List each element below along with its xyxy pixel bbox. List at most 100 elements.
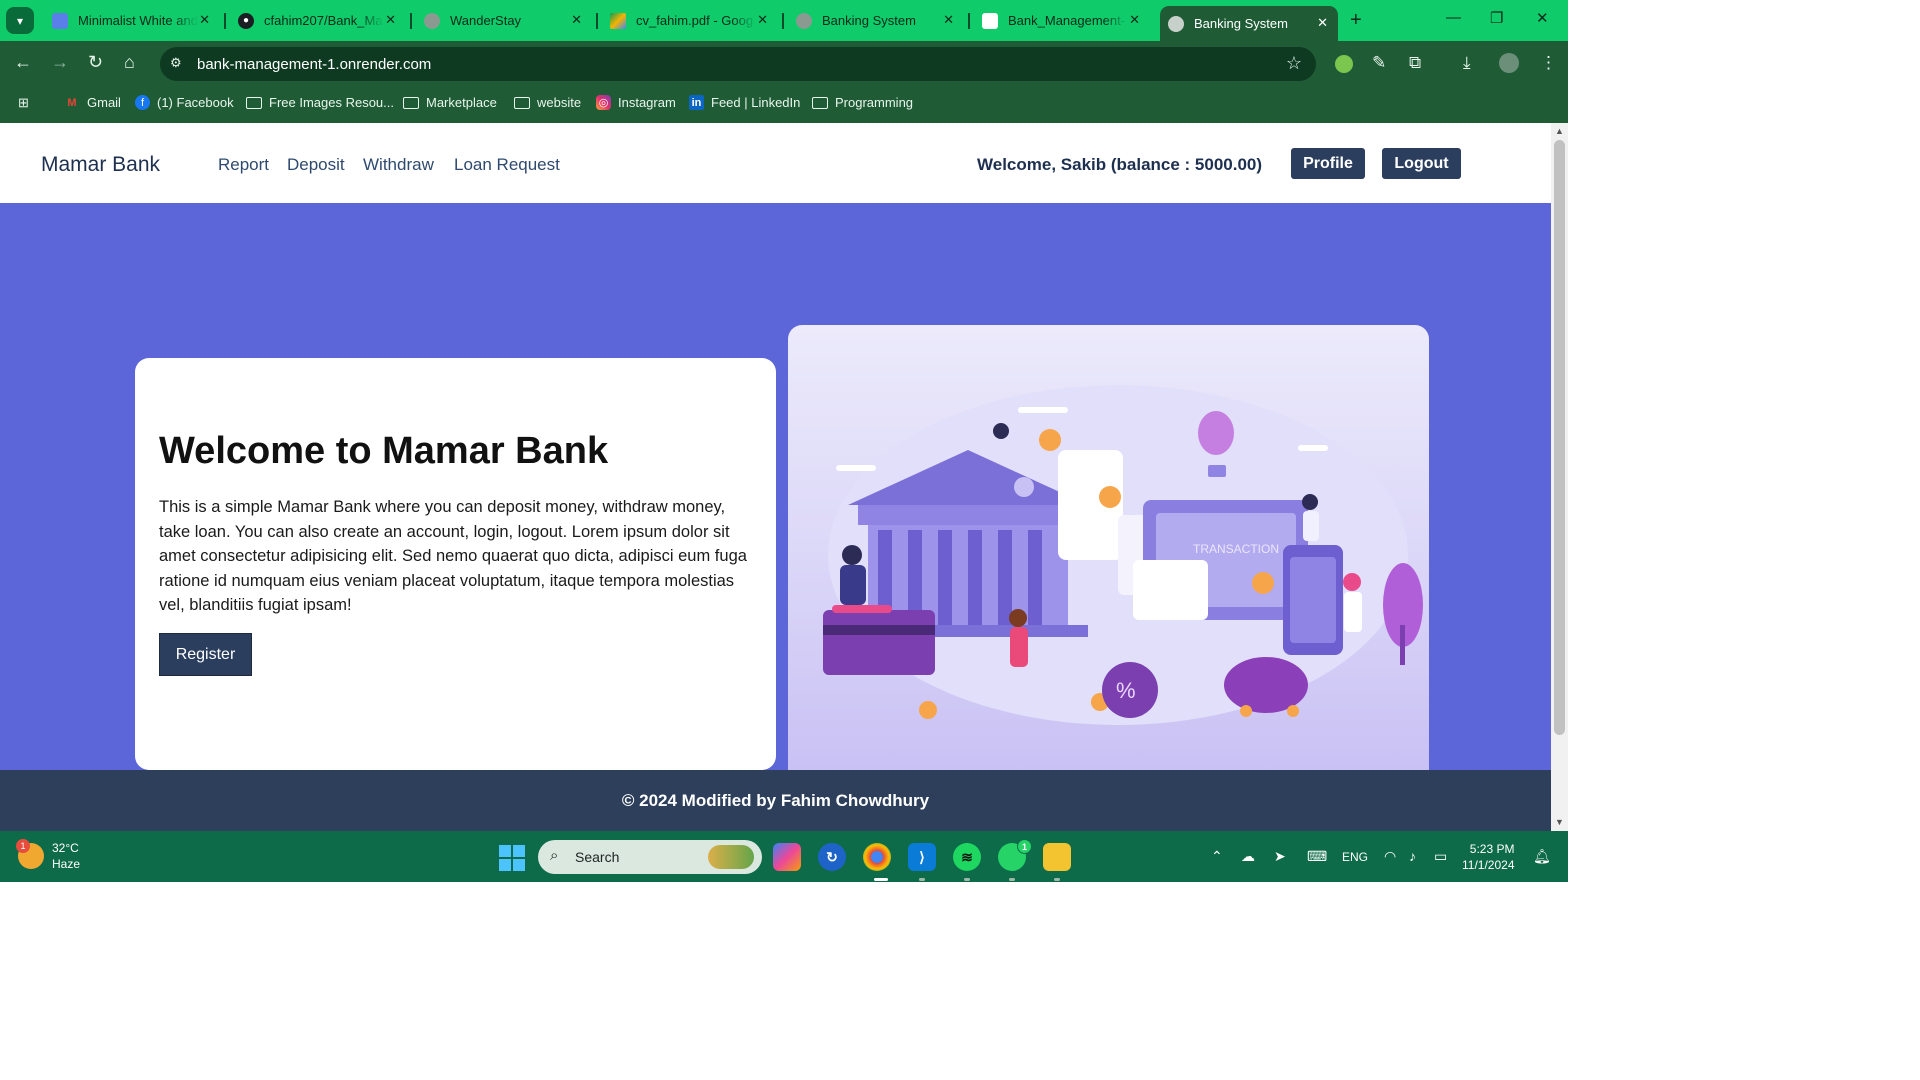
app-indicator [1054,878,1060,881]
keyboard-icon[interactable]: ⌨ [1307,848,1327,865]
close-window-icon[interactable]: ✕ [1536,9,1549,27]
chevron-up-icon[interactable]: ⌃ [1211,848,1223,865]
taskbar-search[interactable]: ⌕ Search [538,840,762,874]
close-icon[interactable]: ✕ [757,12,768,28]
whatsapp-icon[interactable]: 1 [998,839,1032,871]
weather-desc: Haze [52,857,81,871]
home-icon[interactable]: ⌂ [124,52,135,73]
url-text[interactable]: bank-management-1.onrender.com [197,56,431,73]
bookmark-free-images[interactable]: Free Images Resou... [246,95,394,110]
tab-separator [968,13,970,29]
forward-icon[interactable]: → [51,52,69,73]
close-icon[interactable]: ✕ [1317,15,1328,31]
bank-illustration-graphic: TRANSACTION % [823,385,1423,725]
tab-2[interactable]: ● cfahim207/Bank_Ma ✕ [230,6,406,35]
avatar[interactable] [1499,53,1519,73]
file-explorer-icon[interactable] [1043,843,1071,871]
battery-icon[interactable]: ▭ [1434,848,1447,865]
tab-1[interactable]: Minimalist White and ✕ [44,6,220,35]
close-icon[interactable]: ✕ [943,12,954,28]
chrome-icon[interactable] [863,843,891,871]
search-highlight-art [708,845,754,869]
site-navbar: Mamar Bank Report Deposit Withdraw Loan … [0,123,1551,203]
folder-icon [246,96,262,109]
tab-search-button[interactable]: ▾ [6,7,34,34]
hero-section: Welcome to Mamar Bank This is a simple M… [0,203,1551,770]
transaction-label: TRANSACTION [1193,542,1279,556]
render-icon [982,12,998,29]
tab-4[interactable]: cv_fahim.pdf - Goog ✕ [602,6,778,35]
nav-loan-request[interactable]: Loan Request [454,155,560,175]
notification-bell-icon[interactable]: 🔔︎ [1533,848,1551,865]
app-indicator [964,878,970,881]
bookmark-gmail[interactable]: M Gmail [64,95,121,110]
start-button[interactable] [499,845,525,871]
scroll-up-icon[interactable]: ▲ [1555,126,1564,136]
folder-icon [514,96,530,109]
spotify-icon[interactable]: ≋ [953,843,981,871]
site-brand[interactable]: Mamar Bank [41,153,160,177]
close-icon[interactable]: ✕ [1129,12,1140,28]
bookmark-facebook[interactable]: f (1) Facebook [135,95,234,110]
close-icon[interactable]: ✕ [571,12,582,28]
nav-deposit[interactable]: Deposit [287,155,345,175]
nav-withdraw[interactable]: Withdraw [363,155,434,175]
extension-plus-icon[interactable] [1335,55,1353,73]
bookmark-star-icon[interactable]: ☆ [1286,53,1302,74]
instagram-icon: ◎ [596,95,611,110]
extensions-icon[interactable]: ⧉ [1409,53,1421,73]
address-bar[interactable]: ⚙ bank-management-1.onrender.com ☆ [160,47,1316,81]
sync-app-icon[interactable]: ↻ [818,843,846,871]
new-tab-button[interactable]: + [1350,9,1362,32]
tab-separator [596,13,598,29]
system-clock[interactable]: 5:23 PM 11/1/2024 [1462,841,1515,873]
bookmarks-bar: ⊞ M Gmail f (1) Facebook Free Images Res… [0,86,1568,123]
tab-6[interactable]: Bank_Management- ✕ [974,6,1150,35]
close-icon[interactable]: ✕ [199,12,210,28]
app-indicator [1009,878,1015,881]
bookmark-programming[interactable]: Programming [812,95,913,110]
weather-widget[interactable]: 1 32°C Haze [16,839,81,872]
bookmark-instagram[interactable]: ◎ Instagram [596,95,676,110]
volume-icon[interactable]: ♪ [1409,848,1416,864]
tab-separator [224,13,226,29]
bookmark-marketplace[interactable]: Marketplace [403,95,497,110]
copilot-icon[interactable] [773,843,801,871]
active-app-indicator [874,878,888,881]
apps-grid-icon[interactable]: ⊞ [18,95,29,111]
app-indicator [919,878,925,881]
tab-3[interactable]: WanderStay ✕ [416,6,592,35]
web-page: Mamar Bank Report Deposit Withdraw Loan … [0,123,1551,831]
bookmark-linkedin[interactable]: in Feed | LinkedIn [689,95,800,110]
close-icon[interactable]: ✕ [385,12,396,28]
location-icon[interactable]: ➤ [1274,848,1286,865]
register-button[interactable]: Register [159,633,252,676]
tab-5[interactable]: Banking System ✕ [788,6,964,35]
menu-icon[interactable]: ⋮ [1540,53,1557,73]
logout-button[interactable]: Logout [1382,148,1461,179]
download-icon[interactable]: ⤓ [1463,53,1471,73]
eyedropper-icon[interactable]: ✎ [1372,53,1386,73]
onedrive-icon[interactable]: ☁ [1241,848,1255,865]
reload-icon[interactable]: ↻ [88,52,103,73]
bookmark-website[interactable]: website [514,95,581,110]
profile-button[interactable]: Profile [1291,148,1365,179]
tab-7-active[interactable]: Banking System ✕ [1160,6,1338,41]
welcome-card: Welcome to Mamar Bank This is a simple M… [135,358,776,770]
page-scrollbar[interactable]: ▲ ▼ [1551,123,1568,831]
globe-icon [796,12,812,29]
weather-icon: 1 [16,839,44,869]
language-indicator[interactable]: ENG [1342,850,1368,864]
bank-illustration: TRANSACTION % [788,325,1429,770]
vscode-icon[interactable]: ⟩ [908,843,936,871]
scroll-down-icon[interactable]: ▼ [1555,817,1564,827]
restore-icon[interactable]: ❐ [1490,9,1503,27]
wifi-icon[interactable]: ◠ [1384,848,1396,865]
site-info-icon[interactable]: ⚙ [170,55,182,71]
minimize-icon[interactable]: — [1446,9,1461,26]
taskbar: 1 32°C Haze ⌕ Search ↻ ⟩ ≋ 1 ⌃ ☁ ➤ ⌨ ENG… [0,831,1568,882]
scrollbar-thumb[interactable] [1554,140,1565,735]
nav-report[interactable]: Report [218,155,269,175]
globe-icon [424,12,440,29]
back-icon[interactable]: ← [14,52,32,73]
